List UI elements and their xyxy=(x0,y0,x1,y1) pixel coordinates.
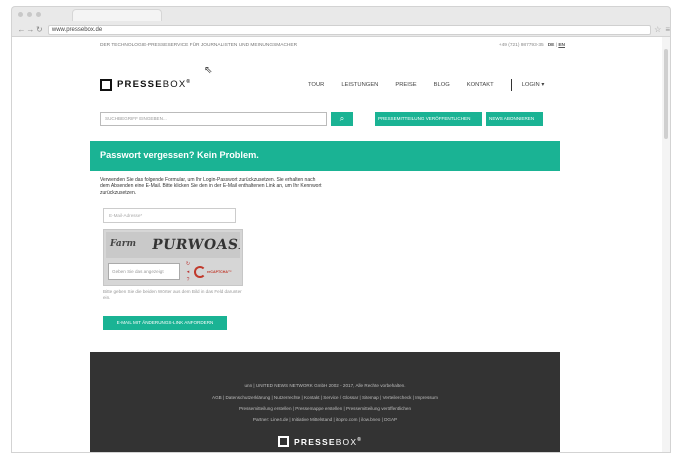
nav-item-blog[interactable]: BLOG xyxy=(434,82,450,91)
scrollbar-thumb[interactable] xyxy=(664,49,668,139)
browser-menu-icon[interactable]: ≡ xyxy=(665,25,670,34)
footer-links-legal[interactable]: AGB | Datenschutzerklärung | Nutzerrecht… xyxy=(90,395,560,400)
captcha-help-icon[interactable]: ? xyxy=(184,277,192,283)
captcha-word-2: PURWOASRI xyxy=(150,237,240,253)
footer-partners[interactable]: Partner: Line4.de | Initiative Mittelsta… xyxy=(90,417,560,422)
footer-logo-square-icon xyxy=(278,436,289,447)
maximize-window-icon[interactable] xyxy=(36,12,41,17)
footer-logo[interactable]: PRESSEBOX® xyxy=(278,436,362,447)
footer-copyright: unn | UNITED NEWS NETWORK GmbH 2002 - 20… xyxy=(244,383,406,388)
search-input[interactable]: SUCHBEGRIFF EINGEBEN... xyxy=(100,112,327,126)
captcha-input[interactable]: Geben Sie das angezeigt xyxy=(108,263,180,280)
address-bar[interactable]: www.pressebox.de xyxy=(47,24,652,35)
language-de-link[interactable]: DE xyxy=(548,43,555,48)
back-arrow-icon[interactable]: ← xyxy=(17,25,26,34)
scrollbar[interactable] xyxy=(662,37,670,452)
search-row: SUCHBEGRIFF EINGEBEN... ⌕ PRESSEMITTEILU… xyxy=(100,112,565,126)
captcha-image: Farm PURWOASRI xyxy=(106,232,240,258)
email-field[interactable]: E-Mail-Adresse* xyxy=(103,208,236,223)
top-info-bar: DER TECHNOLOGIE-PRESSESERVICE FÜR JOURNA… xyxy=(100,43,565,48)
search-icon: ⌕ xyxy=(339,114,345,123)
main-navigation: TOUR LEISTUNGEN PREISE BLOG KONTAKT LOGI… xyxy=(308,79,561,91)
window-controls xyxy=(18,12,41,17)
recaptcha-logo: reCAPTCHA™ xyxy=(194,264,238,279)
page-banner: Passwort vergessen? Kein Problem. xyxy=(90,141,560,171)
search-button[interactable]: ⌕ xyxy=(331,112,353,126)
captcha-widget: Farm PURWOASRI Geben Sie das angezeigt ↻… xyxy=(103,229,243,286)
publish-press-release-button[interactable]: PRESSEMITTEILUNG VERÖFFENTLICHEN xyxy=(375,112,482,126)
captcha-controls: ↻ ◂ ? xyxy=(184,261,192,283)
phone-number: +49 (721) 987793-35 xyxy=(498,43,544,48)
nav-divider xyxy=(510,79,512,91)
language-separator: | xyxy=(555,43,557,48)
footer-links-press[interactable]: Pressemitteilung erstellen | Pressemappe… xyxy=(90,406,560,411)
nav-item-preise[interactable]: PREISE xyxy=(395,82,416,91)
site-logo[interactable]: PRESSEBOX® xyxy=(100,79,191,91)
logo-text: PRESSEBOX® xyxy=(117,79,192,91)
page-title: Passwort vergessen? Kein Problem. xyxy=(100,150,259,160)
captcha-refresh-icon[interactable]: ↻ xyxy=(184,261,192,267)
nav-item-leistungen[interactable]: LEISTUNGEN xyxy=(341,82,378,91)
footer-logo-text: PRESSEBOX® xyxy=(294,436,363,447)
contact-language: +49 (721) 987793-35 DE | EN xyxy=(499,43,565,48)
mouse-cursor-icon: ⇖ xyxy=(204,65,213,76)
captcha-audio-icon[interactable]: ◂ xyxy=(184,269,192,275)
browser-frame: ← → ↻ www.pressebox.de ☆ ≡ DER TECHNOLOG… xyxy=(0,0,682,457)
bookmark-star-icon[interactable]: ☆ xyxy=(654,25,661,34)
forward-arrow-icon[interactable]: → xyxy=(26,25,35,34)
recaptcha-c-icon xyxy=(194,265,206,278)
site-footer: unn | UNITED NEWS NETWORK GmbH 2002 - 20… xyxy=(90,352,560,452)
login-dropdown[interactable]: LOGIN ▾ xyxy=(522,82,545,91)
form-intro-text: Verwenden Sie das folgende Formular, um … xyxy=(100,177,322,196)
browser-tab[interactable] xyxy=(72,9,162,21)
browser-chrome: ← → ↻ www.pressebox.de ☆ ≡ xyxy=(11,6,671,36)
minimize-window-icon[interactable] xyxy=(27,12,32,17)
subscribe-news-button[interactable]: NEWS ABONNIEREN xyxy=(486,112,543,126)
browser-toolbar: ← → ↻ www.pressebox.de ☆ ≡ xyxy=(12,23,670,36)
captcha-word-1: Farm xyxy=(110,239,136,249)
close-window-icon[interactable] xyxy=(18,12,23,17)
nav-item-tour[interactable]: TOUR xyxy=(308,82,324,91)
language-en-link[interactable]: EN xyxy=(558,43,565,48)
page-viewport: DER TECHNOLOGIE-PRESSESERVICE FÜR JOURNA… xyxy=(11,36,671,453)
reload-icon[interactable]: ↻ xyxy=(35,25,44,34)
nav-item-kontakt[interactable]: KONTAKT xyxy=(467,82,494,91)
captcha-help-text: Bitte geben Sie die beiden Wörter aus de… xyxy=(103,289,242,300)
logo-square-icon xyxy=(100,79,112,91)
page-content: DER TECHNOLOGIE-PRESSESERVICE FÜR JOURNA… xyxy=(90,37,579,452)
tagline: DER TECHNOLOGIE-PRESSESERVICE FÜR JOURNA… xyxy=(100,43,298,48)
request-link-button[interactable]: E-MAIL MIT ÄNDERUNGS-LINK ANFORDERN xyxy=(103,316,227,330)
